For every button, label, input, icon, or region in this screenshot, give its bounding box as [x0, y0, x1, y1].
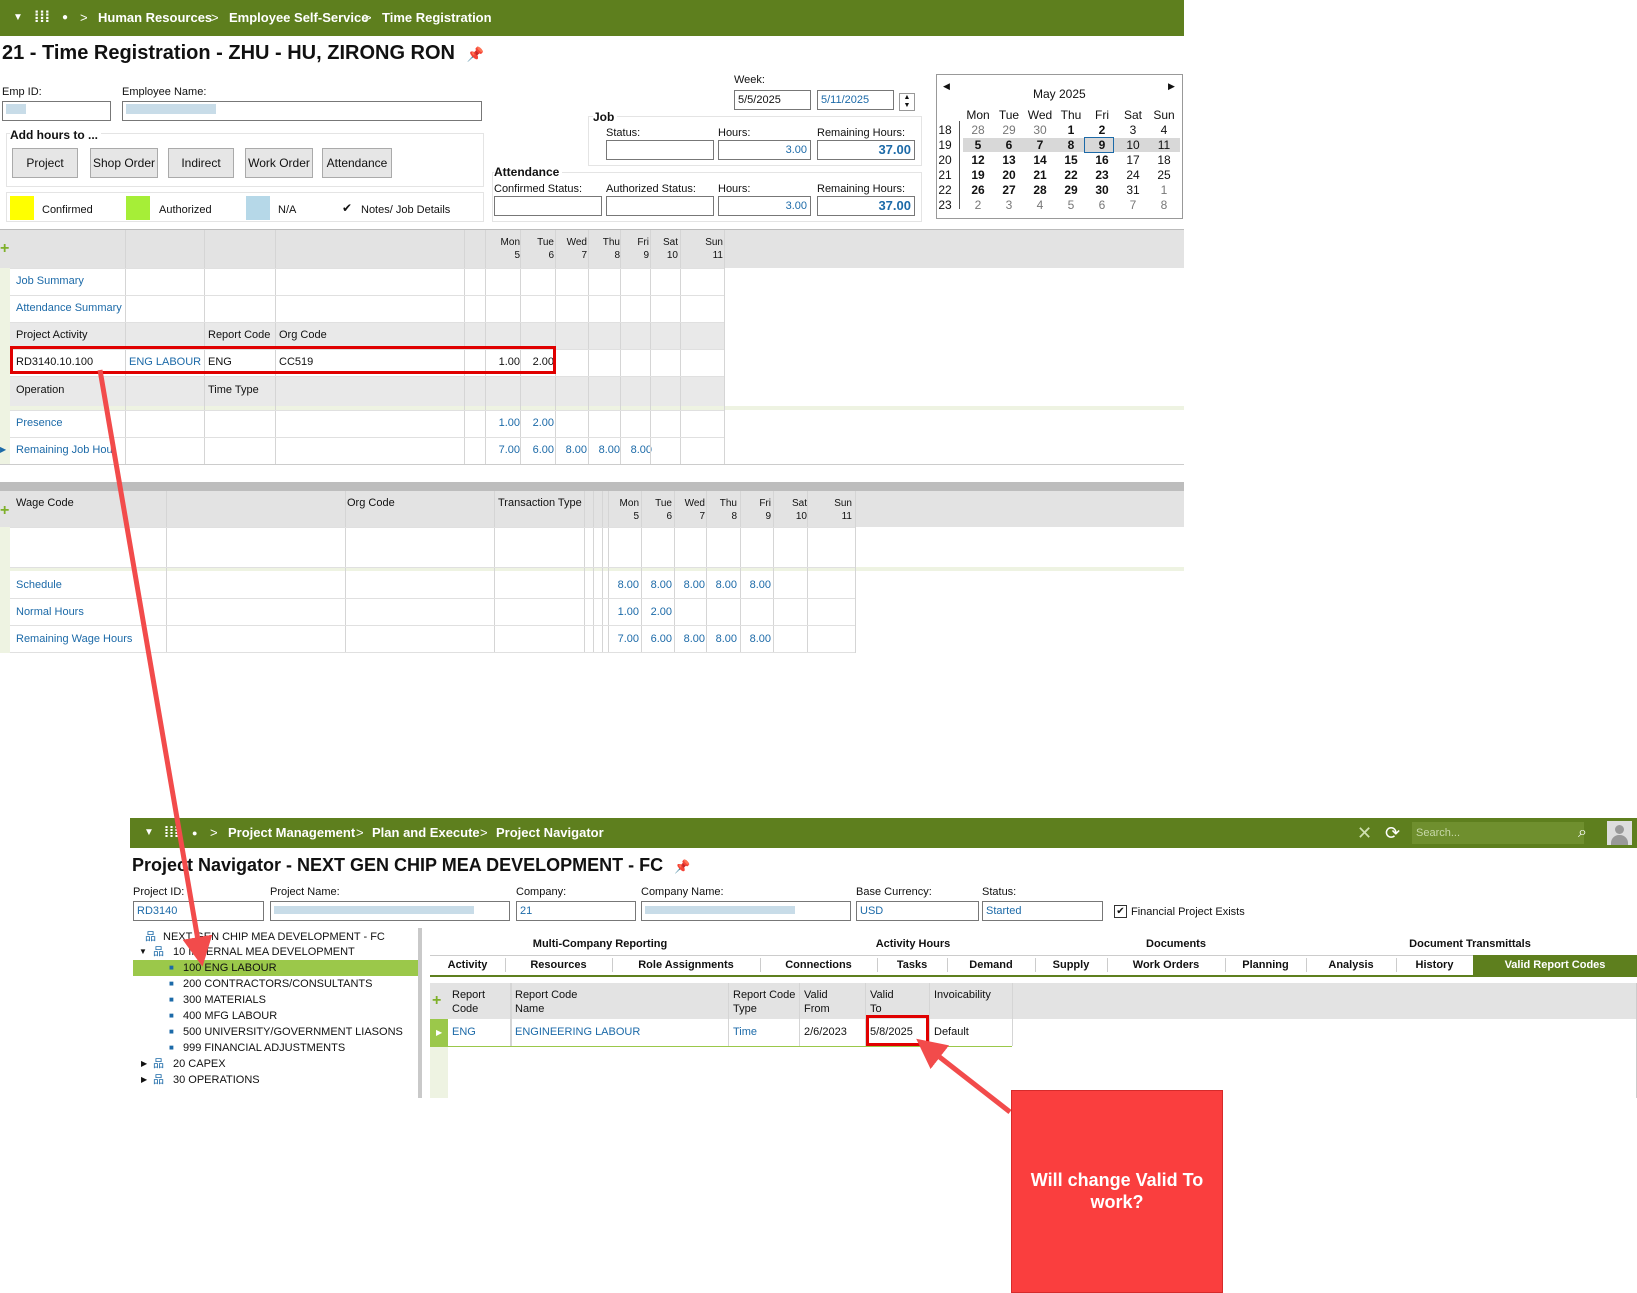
callout-box: Will change Valid To work?	[1011, 1090, 1223, 1293]
annotation-arrows	[97, 369, 1012, 1114]
arrow-job-to-tree	[97, 369, 213, 967]
arrow-callout-to-valid-to	[916, 1038, 1012, 1114]
callout-text: Will change Valid To work?	[1030, 1170, 1204, 1212]
